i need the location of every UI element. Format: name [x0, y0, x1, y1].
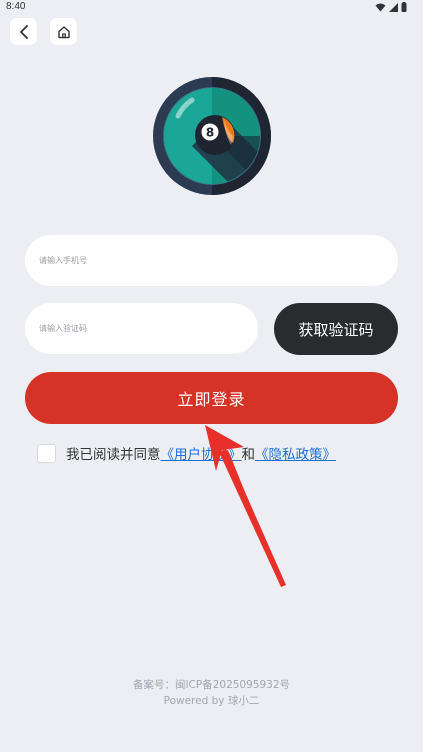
verification-code-input[interactable]	[25, 303, 258, 354]
agree-checkbox[interactable]	[37, 443, 56, 463]
phone-input-box	[25, 235, 398, 286]
agreement-prefix: 我已阅读并同意	[66, 447, 161, 463]
agreement-conjunction: 和	[241, 447, 256, 463]
app-logo: 8	[152, 76, 272, 196]
status-icons	[375, 2, 407, 12]
status-bar: 8:40	[0, 0, 423, 16]
status-time: 8:40	[6, 1, 26, 12]
login-button[interactable]: 立即登录	[25, 372, 398, 424]
get-code-button[interactable]: 获取验证码	[274, 303, 398, 355]
back-button[interactable]	[10, 18, 37, 45]
icp-number: 备案号：闽ICP备2025095932号	[132, 679, 291, 691]
battery-icon	[401, 2, 407, 12]
phone-input[interactable]	[25, 235, 398, 286]
home-icon	[57, 25, 70, 38]
chevron-left-icon	[19, 24, 28, 39]
footer: 备案号：闽ICP备2025095932号 Powered by 球小二	[0, 677, 423, 709]
agreement-row: 我已阅读并同意 《用户协议》 和 《隐私政策》	[37, 442, 336, 464]
home-button[interactable]	[50, 18, 77, 45]
wifi-icon	[375, 3, 386, 11]
billiard-8-ball-icon: 8	[153, 77, 271, 195]
privacy-policy-link[interactable]: 《隐私政策》	[255, 443, 336, 463]
ball-number: 8	[206, 126, 214, 140]
code-input-box	[25, 303, 258, 354]
user-agreement-link[interactable]: 《用户协议》	[161, 443, 242, 463]
powered-by: Powered by 球小二	[163, 695, 260, 707]
signal-icon	[389, 2, 398, 12]
